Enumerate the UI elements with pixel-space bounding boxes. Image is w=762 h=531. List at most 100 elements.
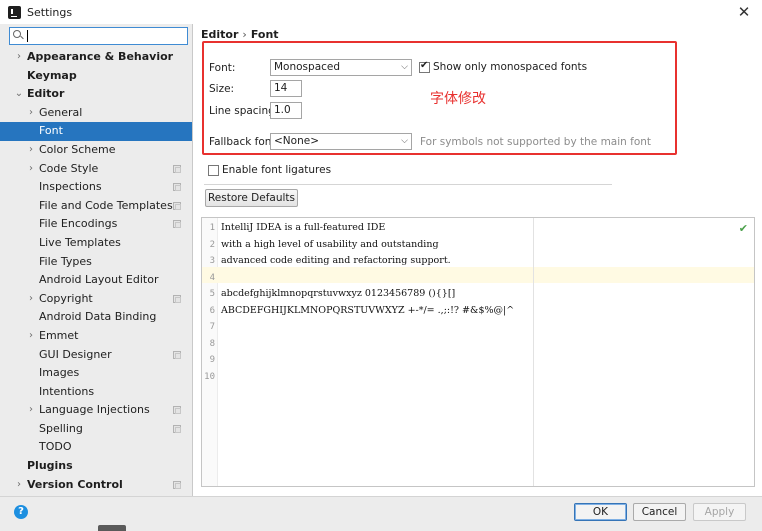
font-preview-editor[interactable]: 1 IntelliJ IDEA is a full-featured IDE 2 wi… <box>201 217 755 487</box>
sidebar-item-label: Appearance & Behavior <box>27 50 174 63</box>
fallback-font-combobox[interactable]: <None> ⌵ <box>270 133 412 150</box>
line-number: 1 <box>209 223 215 233</box>
sidebar-item-android-layout-editor[interactable]: Android Layout Editor <box>0 271 192 290</box>
sidebar-item-general[interactable]: › General <box>0 104 192 123</box>
sidebar-item-live-templates[interactable]: Live Templates <box>0 234 192 253</box>
sidebar-item-version-control[interactable]: › Version Control <box>0 476 192 495</box>
font-label: Font: <box>209 62 236 74</box>
current-line-highlight <box>202 267 754 283</box>
chevron-right-icon[interactable]: › <box>14 476 24 495</box>
sidebar-item-spelling[interactable]: Spelling <box>0 420 192 439</box>
sidebar-item-label: Version Control <box>27 477 123 491</box>
sidebar-item-label: Code Style <box>39 161 99 175</box>
breadcrumb-parent[interactable]: Editor <box>201 28 238 41</box>
sidebar-item-label: Android Data Binding <box>39 310 157 324</box>
chevron-right-icon[interactable]: › <box>26 327 36 346</box>
ligatures-label: Enable font ligatures <box>222 164 332 176</box>
sidebar-item-images[interactable]: Images <box>0 364 192 383</box>
line-number: 2 <box>209 239 215 250</box>
search-input[interactable] <box>26 28 186 44</box>
sidebar-item-label: Live Templates <box>39 235 121 249</box>
help-icon[interactable]: ? <box>14 505 28 519</box>
sidebar-item-code-style[interactable]: › Code Style <box>0 160 192 179</box>
fallback-font-value: <None> <box>274 135 319 147</box>
chevron-right-icon[interactable]: › <box>26 160 36 179</box>
close-icon[interactable]: ✕ <box>734 2 754 22</box>
apply-button[interactable]: Apply <box>693 503 746 521</box>
chevron-right-icon[interactable]: › <box>26 104 36 123</box>
fallback-hint: For symbols not supported by the main fo… <box>420 136 652 148</box>
line-number: 7 <box>209 322 215 332</box>
sidebar-item-keymap[interactable]: Keymap <box>0 67 192 86</box>
chevron-right-icon[interactable]: › <box>26 141 36 160</box>
sidebar-item-editor[interactable]: ⌄ Editor <box>0 85 192 104</box>
line-text: IntelliJ IDEA is a full-featured IDE <box>221 222 386 233</box>
line-text: advanced code editing and refactoring su… <box>221 255 451 266</box>
sidebar-item-file-and-code-templates[interactable]: File and Code Templates <box>0 197 192 216</box>
font-combobox-value: Monospaced <box>274 61 341 73</box>
annotation-text: 字体修改 <box>430 91 486 107</box>
line-number: 3 <box>209 256 215 266</box>
sidebar-item-label: Language Injections <box>39 403 150 417</box>
sidebar-item-emmet[interactable]: › Emmet <box>0 327 192 346</box>
line-text: ABCDEFGHIJKLMNOPQRSTUVWXYZ +-*/= .,;:!? … <box>221 304 515 316</box>
chevron-down-icon[interactable]: ⌄ <box>14 85 24 104</box>
chevron-right-icon[interactable]: › <box>26 290 36 309</box>
sidebar-item-copyright[interactable]: › Copyright <box>0 290 192 309</box>
sidebar-item-intentions[interactable]: Intentions <box>0 383 192 402</box>
project-scope-icon <box>173 350 181 359</box>
settings-tree: › Appearance & Behavior Keymap ⌄ Editor › Gene… <box>0 48 192 495</box>
restore-defaults-button[interactable]: Restore Defaults <box>205 189 298 207</box>
sidebar-item-color-scheme[interactable]: › Color Scheme <box>0 141 192 160</box>
settings-sidebar: › Appearance & Behavior Keymap ⌄ Editor › Gene… <box>0 24 193 496</box>
sidebar-item-todo[interactable]: TODO <box>0 438 192 457</box>
chevron-right-icon[interactable]: › <box>26 401 36 420</box>
sidebar-item-plugins[interactable]: Plugins <box>0 457 192 476</box>
sidebar-item-label: Color Scheme <box>39 142 116 156</box>
sidebar-item-label: General <box>39 105 83 119</box>
cancel-button[interactable]: Cancel <box>633 503 686 521</box>
line-spacing-label: Line spacing: <box>209 105 279 117</box>
line-text: abcdefghijklmnopqrstuvwxyz 0123456789 ()… <box>221 288 456 299</box>
line-number: 10 <box>204 371 215 382</box>
project-scope-icon <box>173 294 181 303</box>
sidebar-item-label: File Encodings <box>39 217 118 231</box>
project-scope-icon <box>173 164 181 173</box>
sidebar-item-language-injections[interactable]: › Language Injections <box>0 401 192 420</box>
sidebar-item-appearance-behavior[interactable]: › Appearance & Behavior <box>0 48 192 67</box>
intellij-app-icon <box>8 5 21 19</box>
project-scope-icon <box>173 424 181 433</box>
breadcrumb-separator: › <box>242 28 247 41</box>
line-spacing-input[interactable]: 1.0 <box>270 102 302 119</box>
sidebar-item-inspections[interactable]: Inspections <box>0 178 192 197</box>
size-input[interactable]: 14 <box>270 80 302 97</box>
sidebar-item-file-encodings[interactable]: File Encodings <box>0 215 192 234</box>
chevron-down-icon: ⌵ <box>401 62 408 72</box>
sidebar-item-label: Spelling <box>39 421 83 435</box>
breadcrumb: Editor › Font <box>201 28 279 41</box>
sidebar-item-file-types[interactable]: File Types <box>0 253 192 272</box>
chevron-down-icon: ⌵ <box>401 136 408 146</box>
line-number: 9 <box>209 355 215 365</box>
sidebar-item-label: File Types <box>39 254 92 268</box>
separator <box>204 184 612 185</box>
ok-button[interactable]: OK <box>574 503 627 521</box>
sidebar-item-font[interactable]: Font <box>0 122 192 141</box>
show-mono-checkbox[interactable] <box>419 60 430 73</box>
line-number: 4 <box>209 272 215 283</box>
sidebar-item-gui-designer[interactable]: GUI Designer <box>0 346 192 365</box>
project-scope-icon <box>173 406 181 415</box>
window-title: Settings <box>27 5 73 19</box>
font-combobox[interactable]: Monospaced ⌵ <box>270 59 412 76</box>
chevron-right-icon[interactable]: › <box>14 48 24 67</box>
search-icon <box>13 30 24 41</box>
sidebar-item-label: Intentions <box>39 384 95 398</box>
title-bar: Settings ✕ <box>0 0 762 24</box>
ligatures-checkbox[interactable] <box>208 165 219 176</box>
right-margin-guide <box>533 218 534 486</box>
sidebar-item-android-data-binding[interactable]: Android Data Binding <box>0 308 192 327</box>
breadcrumb-current: Font <box>250 28 279 41</box>
settings-search-box[interactable] <box>9 27 188 45</box>
checkmark-icon: ✔ <box>738 222 748 235</box>
line-number: 8 <box>209 338 215 349</box>
